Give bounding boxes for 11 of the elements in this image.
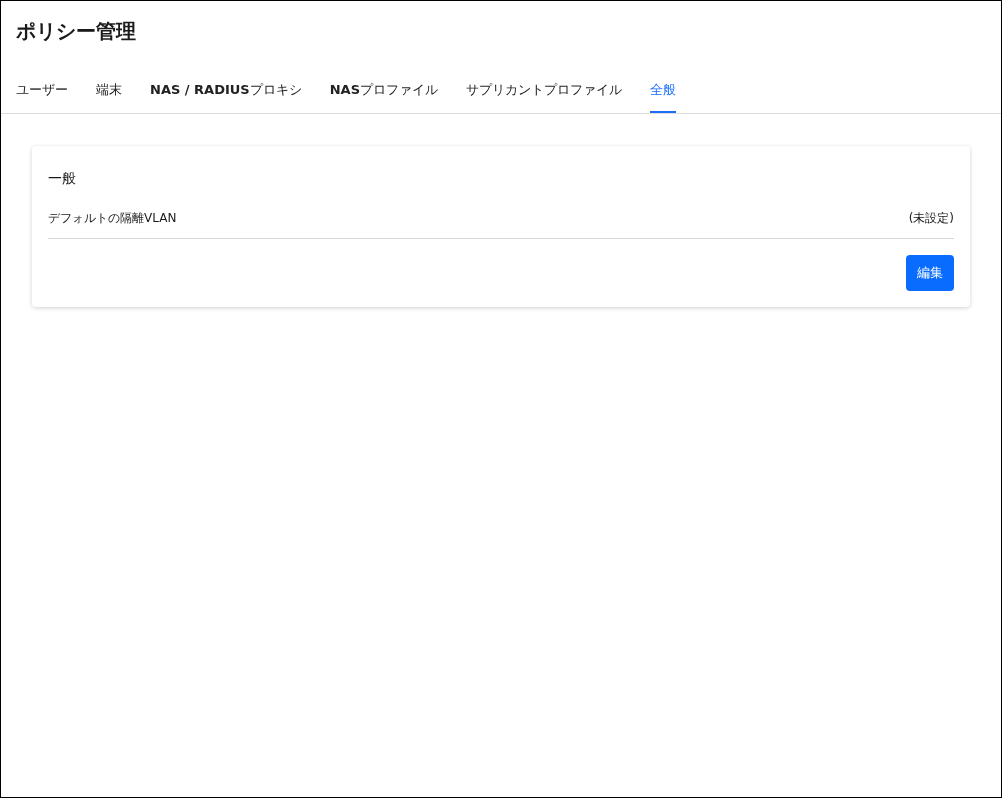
setting-label: デフォルトの隔離VLAN [48,210,177,227]
tab[interactable]: 全般 [650,75,677,113]
card-title: 一般 [48,170,77,188]
tab[interactable]: ユーザー [16,75,68,113]
page-title: ポリシー管理 [15,18,137,45]
tab[interactable]: サプリカントプロファイル [466,75,623,113]
edit-button[interactable]: 編集 [906,255,954,291]
tab[interactable]: 端末 [96,75,122,113]
tab[interactable]: NAS / RADIUSプロキシ [150,75,302,113]
setting-value: (未設定) [908,210,954,227]
tab[interactable]: NASプロファイル [329,75,439,113]
